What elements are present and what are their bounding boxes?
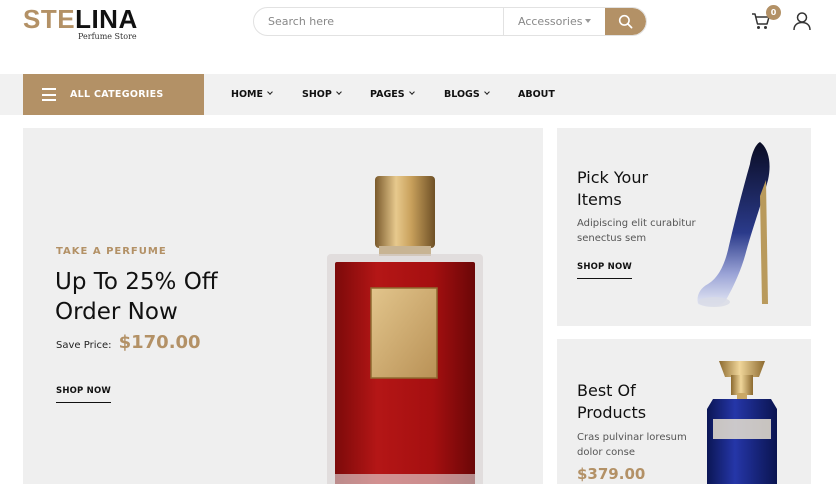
banner-price: $379.00 (577, 465, 646, 483)
price-value: $170.00 (118, 332, 201, 353)
hero-price: Save Price: $170.00 (56, 332, 201, 353)
banner-title-line-2: Products (577, 403, 647, 422)
cart-count-badge: 0 (766, 5, 781, 20)
hero-shop-now-link[interactable]: SHOP NOW (56, 386, 111, 403)
chevron-down-icon (336, 89, 342, 95)
banner-title-line-1: Best Of (577, 381, 636, 400)
category-select[interactable]: Accessories (504, 8, 607, 35)
chevron-down-icon (585, 19, 591, 23)
all-categories-label: ALL CATEGORIES (70, 89, 164, 100)
banner-description: Adipiscing elit curabitur senectus sem (577, 216, 696, 246)
nav-item-label: BLOGS (444, 89, 480, 100)
logo[interactable]: STELINA Perfume Store (23, 6, 143, 42)
search-bar: Accessories (253, 7, 647, 36)
chevron-down-icon (267, 89, 273, 95)
banner-title-line-1: Pick Your (577, 168, 649, 187)
nav-item-label: PAGES (370, 89, 405, 100)
red-perfume-bottle-image (327, 176, 483, 484)
nav-item-label: ABOUT (518, 89, 555, 100)
promo-banner-pick-items: Pick Your Items Adipiscing elit curabitu… (557, 128, 811, 326)
banner-title-line-2: Items (577, 190, 622, 209)
price-label: Save Price: (56, 340, 112, 351)
account-button[interactable] (791, 10, 813, 32)
banner-description: Cras pulvinar loresum dolor conse (577, 430, 687, 460)
banner-title: Pick Your Items (577, 167, 648, 211)
hero-tagline: TAKE A PERFUME (56, 246, 167, 257)
all-categories-button[interactable]: ALL CATEGORIES (23, 74, 204, 115)
menu-icon (42, 88, 56, 101)
nav-item-pages[interactable]: PAGES (370, 74, 415, 115)
nav-item-label: HOME (231, 89, 263, 100)
banner-description-line-2: senectus sem (577, 233, 647, 244)
hero-banner: TAKE A PERFUME Up To 25% Off Order Now S… (23, 128, 543, 484)
nav-item-label: SHOP (302, 89, 332, 100)
hero-title-line-2: Order Now (55, 299, 178, 325)
chevron-down-icon (408, 89, 415, 95)
blue-perfume-bottle-image (707, 361, 777, 484)
hero-title-line-1: Up To 25% Off (55, 269, 218, 295)
banner-description-line-1: Adipiscing elit curabitur (577, 218, 696, 229)
search-button[interactable] (605, 8, 646, 35)
nav-item-blogs[interactable]: BLOGS (444, 74, 490, 115)
category-select-value: Accessories (518, 15, 583, 28)
banner-shop-now-link[interactable]: SHOP NOW (577, 262, 632, 279)
user-icon (793, 12, 811, 31)
search-input[interactable] (254, 8, 504, 35)
logo-tagline: Perfume Store (78, 32, 137, 41)
banner-description-line-2: dolor conse (577, 447, 635, 458)
banner-description-line-1: Cras pulvinar loresum (577, 432, 687, 443)
search-icon (618, 14, 633, 29)
banner-title: Best Of Products (577, 380, 646, 424)
chevron-down-icon (483, 89, 490, 95)
logo-part-1: STE (23, 4, 76, 34)
logo-wordmark: STELINA (23, 6, 138, 32)
hero-title: Up To 25% Off Order Now (55, 267, 218, 327)
promo-banner-best-products: Best Of Products Cras pulvinar loresum d… (557, 339, 811, 484)
stiletto-perfume-image (697, 142, 770, 307)
main-navigation: ALL CATEGORIES HOME SHOP PAGES BLOGS ABO… (0, 74, 836, 115)
logo-part-2: LINA (75, 4, 138, 34)
nav-item-home[interactable]: HOME (231, 74, 273, 115)
nav-item-shop[interactable]: SHOP (302, 74, 342, 115)
nav-item-about[interactable]: ABOUT (518, 74, 555, 115)
